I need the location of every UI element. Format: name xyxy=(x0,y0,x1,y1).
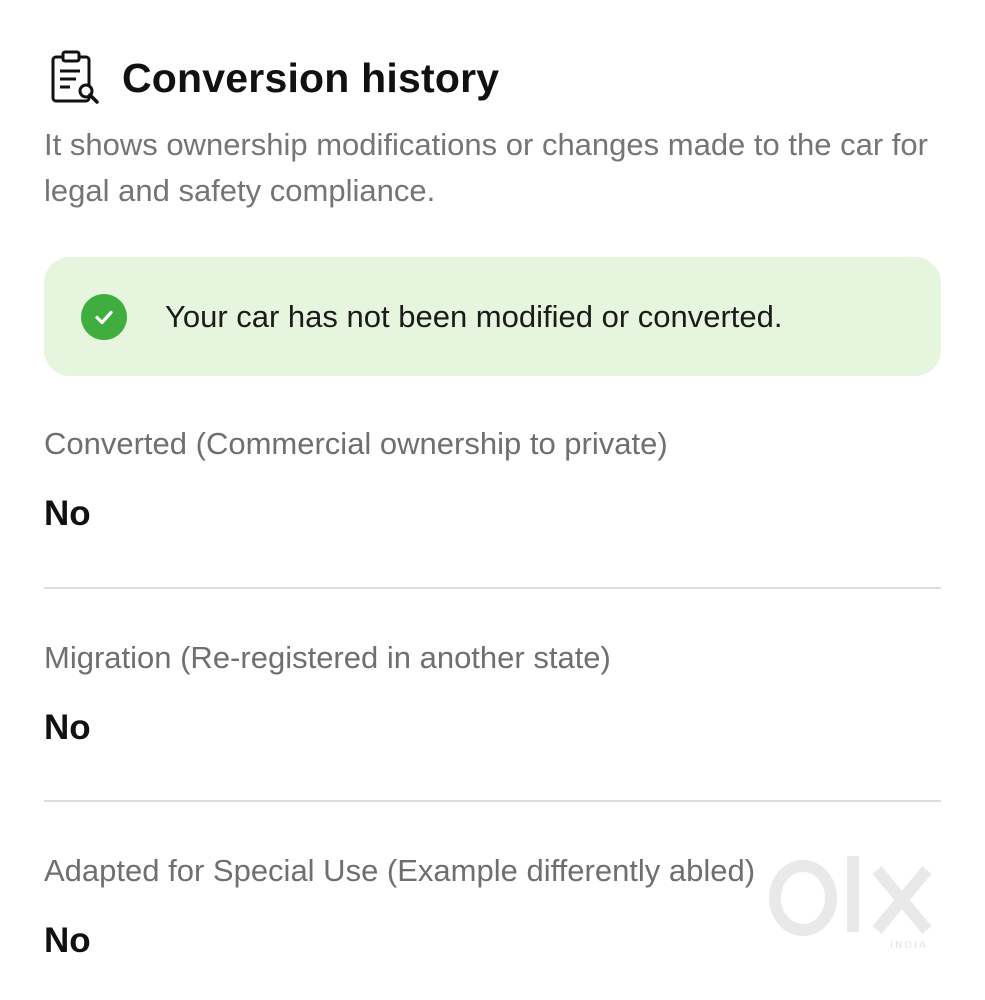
field-converted: Converted (Commercial ownership to priva… xyxy=(44,424,941,534)
field-label: Converted (Commercial ownership to priva… xyxy=(44,426,668,461)
check-circle-icon xyxy=(81,293,127,340)
field-label: Migration (Re-registered in another stat… xyxy=(44,640,611,675)
olx-watermark-logo: INDIA xyxy=(765,850,950,955)
field-migration: Migration (Re-registered in another stat… xyxy=(44,638,941,748)
page-title: Conversion history xyxy=(122,54,500,101)
clipboard-wrench-icon xyxy=(48,48,104,108)
status-banner: Your car has not been modified or conver… xyxy=(44,257,941,376)
section-description: It shows ownership modifications or chan… xyxy=(44,127,928,208)
divider xyxy=(44,800,941,802)
svg-text:INDIA: INDIA xyxy=(890,940,928,951)
field-value: No xyxy=(44,708,91,747)
divider xyxy=(44,587,941,589)
status-message: Your car has not been modified or conver… xyxy=(165,298,783,334)
section-header: Conversion history xyxy=(48,48,499,108)
field-value: No xyxy=(44,494,91,533)
